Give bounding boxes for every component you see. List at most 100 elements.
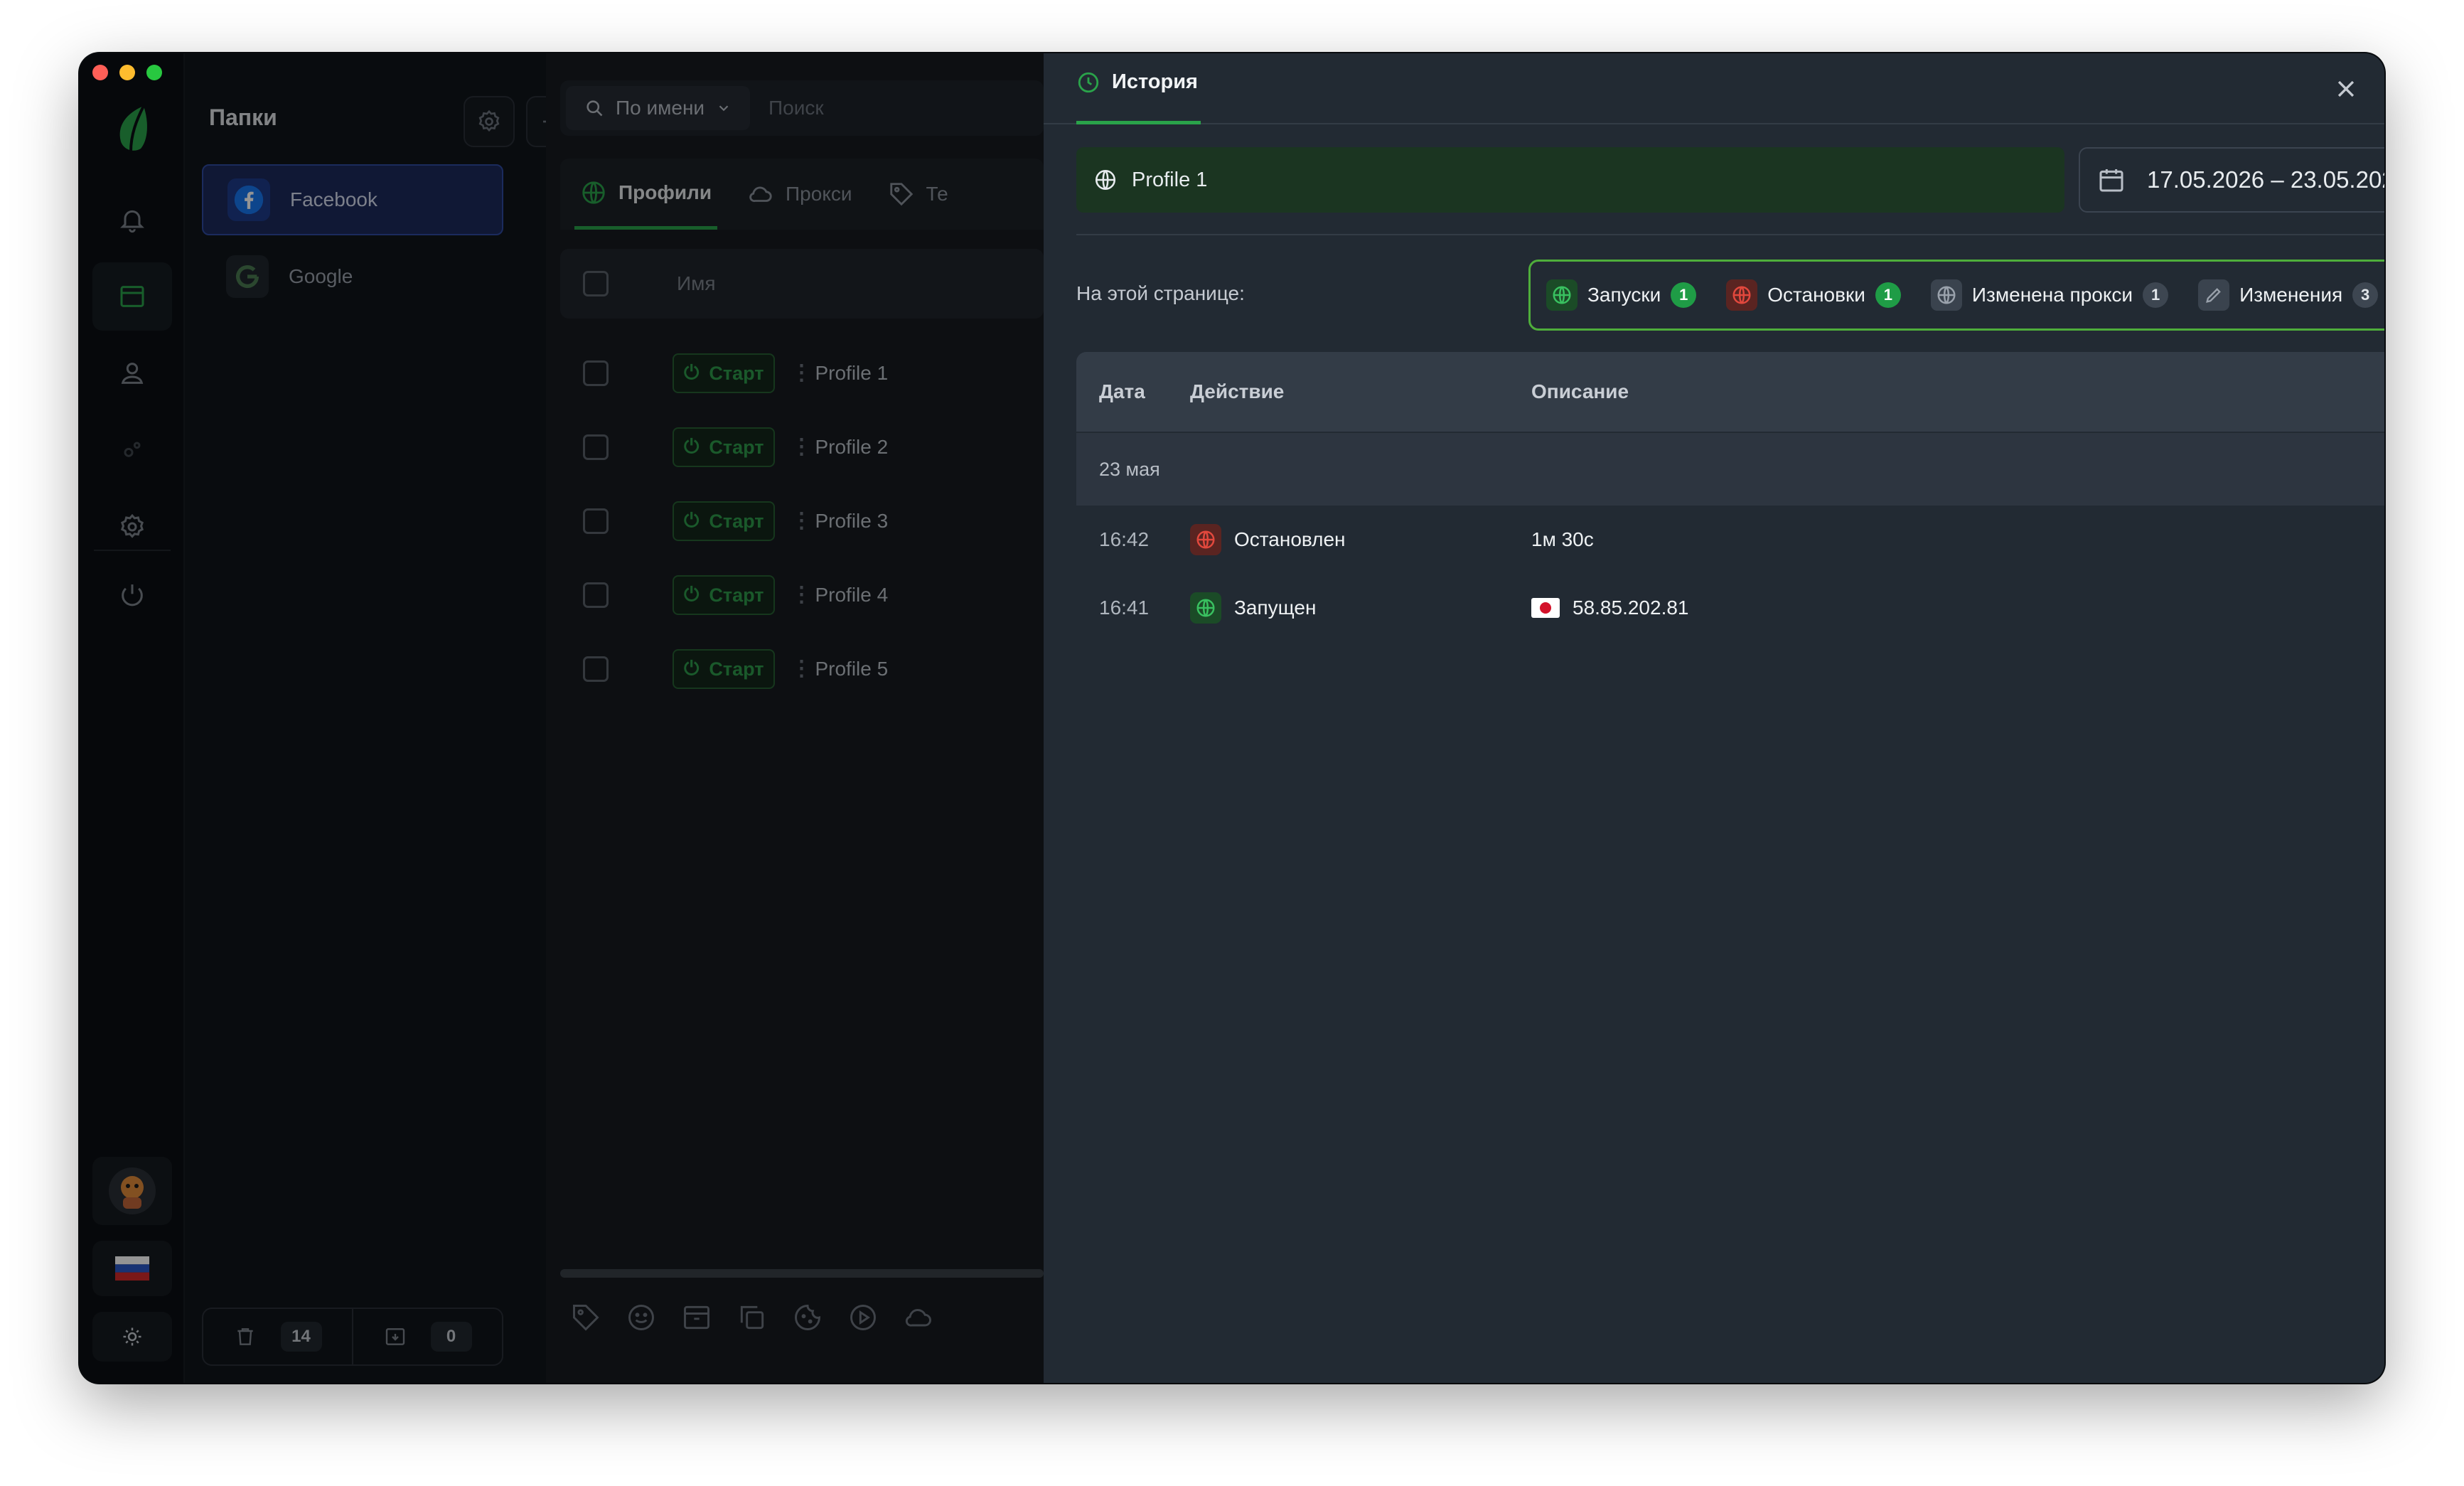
profile-name: Profile 2 [815, 436, 889, 458]
archive-button[interactable]: 0 [352, 1309, 502, 1364]
row-checkbox[interactable] [583, 434, 609, 460]
archive-count: 0 [430, 1322, 472, 1352]
history-table: Дата Действие Описание 23 мая 16:42 Оста… [1076, 352, 2384, 642]
column-action-header: Действие [1190, 380, 1285, 402]
event-action: Остановлен [1190, 524, 1531, 555]
globe-green-icon [1546, 279, 1578, 311]
power-icon: ⏻ [684, 436, 700, 457]
date-range-picker[interactable]: 17.05.2026 – 23.05.2026 [2079, 147, 2384, 213]
filter-stops[interactable]: Остановки 1 [1726, 279, 1901, 311]
gear-icon [478, 109, 500, 132]
language-button[interactable] [92, 1241, 172, 1296]
cookie-icon[interactable] [792, 1302, 823, 1333]
users-nav-button[interactable] [92, 339, 172, 407]
event-time: 16:41 [1099, 597, 1150, 619]
folder-item-facebook[interactable]: Facebook [202, 164, 503, 235]
russia-flag-icon [115, 1256, 149, 1281]
globe-red-icon [1190, 524, 1221, 555]
event-action-label: Запущен [1234, 597, 1317, 619]
filter-proxy-changed[interactable]: Изменена прокси 1 [1930, 279, 2169, 311]
filter-label: Изменения [2239, 284, 2343, 306]
filter-label: Изменена прокси [1971, 284, 2133, 306]
app-logo-icon [119, 105, 147, 152]
app-window: Папки Facebook Google 14 0 По имени Поис… [80, 53, 2384, 1383]
filter-changes[interactable]: Изменения 3 [2198, 279, 2379, 311]
tab-proxies[interactable]: Прокси [741, 159, 857, 230]
filter-launches[interactable]: Запуски 1 [1546, 279, 1697, 311]
column-date-header: Дата [1099, 380, 1145, 402]
start-button[interactable]: ⏻ Старт [673, 501, 776, 541]
history-panel: История Profile 1 17.05.2026 – 23.05.202… [1044, 53, 2384, 1383]
archive-icon[interactable] [681, 1302, 712, 1333]
browser-window-icon [120, 286, 144, 307]
archive-icon [385, 1328, 405, 1345]
tab-label: Профили [618, 181, 712, 203]
row-checkbox[interactable] [583, 508, 609, 534]
tab-label: Те [926, 183, 948, 205]
power-icon: ⏻ [684, 658, 700, 679]
row-menu-button[interactable]: ⋮ [791, 511, 812, 532]
minimize-window-button[interactable] [119, 65, 135, 80]
row-menu-button[interactable]: ⋮ [791, 363, 812, 384]
row-menu-button[interactable]: ⋮ [791, 584, 812, 606]
close-panel-button[interactable] [2328, 70, 2364, 107]
search-mode-dropdown[interactable]: По имени [566, 86, 751, 130]
tab-profiles[interactable]: Профили [574, 159, 718, 230]
column-description-header: Описание [1531, 380, 1629, 402]
row-checkbox[interactable] [583, 582, 609, 608]
profile-selector[interactable]: Profile 1 [1076, 147, 2064, 213]
history-table-header: Дата Действие Описание [1076, 352, 2384, 433]
start-button[interactable]: ⏻ Старт [673, 575, 776, 615]
folder-item-google[interactable]: Google [202, 241, 503, 312]
chevron-down-icon [719, 105, 729, 112]
date-group-header: 23 мая [1076, 433, 2384, 506]
smile-icon[interactable] [626, 1302, 657, 1333]
notifications-button[interactable] [92, 186, 172, 254]
folder-settings-button[interactable] [464, 96, 515, 147]
bell-icon [120, 210, 144, 233]
start-button[interactable]: ⏻ Старт [673, 649, 776, 689]
horizontal-scrollbar[interactable] [560, 1269, 1044, 1278]
profiles-nav-button[interactable] [92, 262, 172, 331]
copy-icon[interactable] [736, 1302, 768, 1333]
power-icon: ⏻ [684, 362, 700, 383]
profile-name: Profile 4 [815, 584, 889, 606]
theme-toggle-button[interactable] [92, 1312, 172, 1362]
cloud-sync-icon[interactable] [903, 1302, 934, 1333]
trash-button[interactable]: 14 [203, 1309, 352, 1364]
profile-name: Profile 1 [1132, 168, 1208, 191]
maximize-window-button[interactable] [146, 65, 162, 80]
power-icon: ⏻ [684, 584, 700, 605]
table-row: ⏻ Старт ⋮ Profile 3 [560, 484, 1044, 558]
nav-rail [80, 53, 185, 1383]
row-menu-button[interactable]: ⋮ [791, 437, 812, 458]
play-icon[interactable] [847, 1302, 879, 1333]
start-label: Старт [709, 584, 764, 606]
tab-history[interactable]: История [1076, 70, 1201, 124]
row-menu-button[interactable]: ⋮ [791, 658, 812, 680]
start-label: Старт [709, 436, 764, 458]
event-action: Запущен [1190, 592, 1531, 624]
tab-tags[interactable]: Те [882, 159, 954, 230]
profile-name: Profile 1 [815, 362, 889, 384]
filter-count: 3 [2352, 282, 2379, 308]
row-checkbox[interactable] [583, 656, 609, 682]
select-all-checkbox[interactable] [583, 271, 609, 296]
avatar-button[interactable] [92, 1157, 172, 1225]
folder-label: Facebook [290, 188, 377, 210]
start-button[interactable]: ⏻ Старт [673, 353, 776, 393]
search-input[interactable]: Поиск [768, 97, 824, 119]
start-button[interactable]: ⏻ Старт [673, 427, 776, 467]
event-description-text: 58.85.202.81 [1573, 597, 1689, 619]
automation-nav-button[interactable] [92, 416, 172, 484]
tab-label: Прокси [786, 183, 852, 205]
row-checkbox[interactable] [583, 360, 609, 386]
close-window-button[interactable] [92, 65, 108, 80]
gears-icon [124, 442, 141, 457]
tag-icon[interactable] [570, 1302, 601, 1333]
table-row: 16:41 Запущен 58.85.202.81 [1076, 574, 2384, 642]
logout-button[interactable] [92, 561, 172, 629]
cloud-icon [749, 186, 772, 203]
event-description-text: 1м 30с [1531, 528, 1594, 550]
bulk-actions-toolbar [570, 1302, 1039, 1333]
